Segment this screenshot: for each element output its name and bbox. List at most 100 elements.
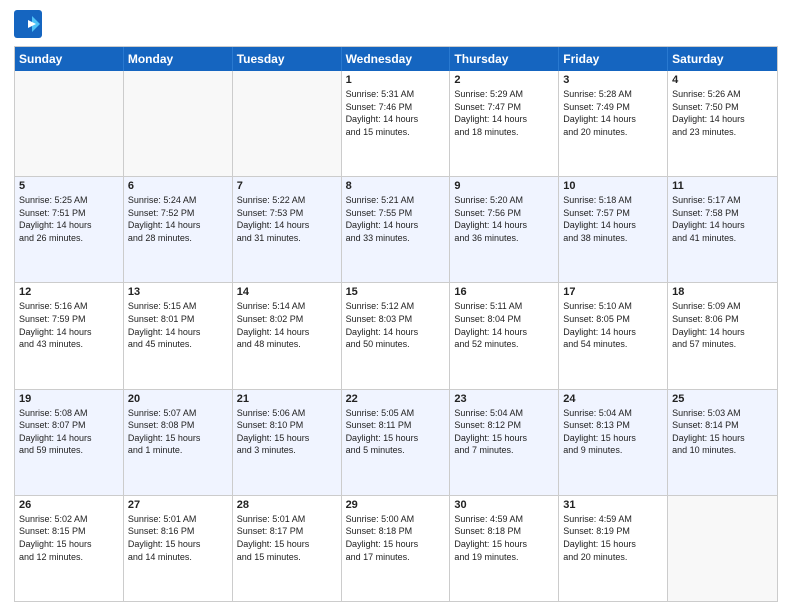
header-day-friday: Friday [559, 47, 668, 71]
page: SundayMondayTuesdayWednesdayThursdayFrid… [0, 0, 792, 612]
logo [14, 10, 46, 38]
day-number: 7 [237, 180, 337, 192]
cal-cell-4-5: 23 Sunrise: 5:04 AM Sunset: 8:12 PM Dayli… [450, 390, 559, 495]
cal-cell-5-4: 29 Sunrise: 5:00 AM Sunset: 8:18 PM Dayli… [342, 496, 451, 601]
cal-cell-1-5: 2 Sunrise: 5:29 AM Sunset: 7:47 PM Daylig… [450, 71, 559, 176]
cal-cell-2-5: 9 Sunrise: 5:20 AM Sunset: 7:56 PM Daylig… [450, 177, 559, 282]
cal-cell-3-4: 15 Sunrise: 5:12 AM Sunset: 8:03 PM Dayli… [342, 283, 451, 388]
header [14, 10, 778, 38]
day-number: 29 [346, 499, 446, 511]
cell-info: Sunrise: 5:05 AM Sunset: 8:11 PM Dayligh… [346, 407, 446, 457]
cell-info: Sunrise: 5:25 AM Sunset: 7:51 PM Dayligh… [19, 194, 119, 244]
calendar-body: 1Sunrise: 5:31 AM Sunset: 7:46 PM Daylig… [15, 71, 777, 601]
cell-info: Sunrise: 5:04 AM Sunset: 8:13 PM Dayligh… [563, 407, 663, 457]
cal-cell-5-5: 30 Sunrise: 4:59 AM Sunset: 8:18 PM Dayli… [450, 496, 559, 601]
cal-cell-5-6: 31 Sunrise: 4:59 AM Sunset: 8:19 PM Dayli… [559, 496, 668, 601]
day-number: 10 [563, 180, 663, 192]
day-number: 27 [128, 499, 228, 511]
cal-cell-2-7: 11 Sunrise: 5:17 AM Sunset: 7:58 PM Dayli… [668, 177, 777, 282]
cal-cell-3-2: 13 Sunrise: 5:15 AM Sunset: 8:01 PM Dayli… [124, 283, 233, 388]
day-number: 31 [563, 499, 663, 511]
cal-cell-1-4: 1Sunrise: 5:31 AM Sunset: 7:46 PM Daylig… [342, 71, 451, 176]
day-number: 1 [346, 74, 446, 86]
calendar-row-4: 19 Sunrise: 5:08 AM Sunset: 8:07 PM Dayli… [15, 389, 777, 495]
day-number: 4 [672, 74, 773, 86]
cal-cell-2-2: 6 Sunrise: 5:24 AM Sunset: 7:52 PM Daylig… [124, 177, 233, 282]
day-number: 6 [128, 180, 228, 192]
day-number: 3 [563, 74, 663, 86]
day-number: 12 [19, 286, 119, 298]
day-number: 8 [346, 180, 446, 192]
cell-info: Sunrise: 5:06 AM Sunset: 8:10 PM Dayligh… [237, 407, 337, 457]
cal-cell-4-4: 22 Sunrise: 5:05 AM Sunset: 8:11 PM Dayli… [342, 390, 451, 495]
calendar: SundayMondayTuesdayWednesdayThursdayFrid… [14, 46, 778, 602]
day-number: 5 [19, 180, 119, 192]
day-number: 15 [346, 286, 446, 298]
cell-info: Sunrise: 5:28 AM Sunset: 7:49 PM Dayligh… [563, 88, 663, 138]
cal-cell-3-3: 14Sunrise: 5:14 AM Sunset: 8:02 PM Dayli… [233, 283, 342, 388]
cell-info: Sunrise: 5:07 AM Sunset: 8:08 PM Dayligh… [128, 407, 228, 457]
cal-cell-4-6: 24 Sunrise: 5:04 AM Sunset: 8:13 PM Dayli… [559, 390, 668, 495]
cell-info: Sunrise: 5:09 AM Sunset: 8:06 PM Dayligh… [672, 300, 773, 350]
day-number: 16 [454, 286, 554, 298]
cell-info: Sunrise: 5:10 AM Sunset: 8:05 PM Dayligh… [563, 300, 663, 350]
day-number: 9 [454, 180, 554, 192]
day-number: 19 [19, 393, 119, 405]
day-number: 11 [672, 180, 773, 192]
cell-info: Sunrise: 5:03 AM Sunset: 8:14 PM Dayligh… [672, 407, 773, 457]
header-day-wednesday: Wednesday [342, 47, 451, 71]
cell-info: Sunrise: 5:14 AM Sunset: 8:02 PM Dayligh… [237, 300, 337, 350]
cell-info: Sunrise: 5:12 AM Sunset: 8:03 PM Dayligh… [346, 300, 446, 350]
cal-cell-1-1 [15, 71, 124, 176]
cal-cell-4-1: 19 Sunrise: 5:08 AM Sunset: 8:07 PM Dayli… [15, 390, 124, 495]
cell-info: Sunrise: 5:04 AM Sunset: 8:12 PM Dayligh… [454, 407, 554, 457]
header-day-monday: Monday [124, 47, 233, 71]
calendar-row-3: 12Sunrise: 5:16 AM Sunset: 7:59 PM Dayli… [15, 282, 777, 388]
cal-cell-4-2: 20Sunrise: 5:07 AM Sunset: 8:08 PM Dayli… [124, 390, 233, 495]
cell-info: Sunrise: 5:15 AM Sunset: 8:01 PM Dayligh… [128, 300, 228, 350]
cell-info: Sunrise: 5:20 AM Sunset: 7:56 PM Dayligh… [454, 194, 554, 244]
day-number: 2 [454, 74, 554, 86]
cell-info: Sunrise: 5:22 AM Sunset: 7:53 PM Dayligh… [237, 194, 337, 244]
cal-cell-1-3 [233, 71, 342, 176]
cal-cell-1-6: 3 Sunrise: 5:28 AM Sunset: 7:49 PM Daylig… [559, 71, 668, 176]
cal-cell-2-4: 8 Sunrise: 5:21 AM Sunset: 7:55 PM Daylig… [342, 177, 451, 282]
cell-info: Sunrise: 5:18 AM Sunset: 7:57 PM Dayligh… [563, 194, 663, 244]
cal-cell-5-1: 26Sunrise: 5:02 AM Sunset: 8:15 PM Dayli… [15, 496, 124, 601]
cal-cell-4-3: 21 Sunrise: 5:06 AM Sunset: 8:10 PM Dayli… [233, 390, 342, 495]
cell-info: Sunrise: 5:24 AM Sunset: 7:52 PM Dayligh… [128, 194, 228, 244]
day-number: 21 [237, 393, 337, 405]
cal-cell-5-2: 27 Sunrise: 5:01 AM Sunset: 8:16 PM Dayli… [124, 496, 233, 601]
header-day-tuesday: Tuesday [233, 47, 342, 71]
cal-cell-2-6: 10 Sunrise: 5:18 AM Sunset: 7:57 PM Dayli… [559, 177, 668, 282]
day-number: 25 [672, 393, 773, 405]
cal-cell-3-1: 12Sunrise: 5:16 AM Sunset: 7:59 PM Dayli… [15, 283, 124, 388]
cal-cell-3-6: 17 Sunrise: 5:10 AM Sunset: 8:05 PM Dayli… [559, 283, 668, 388]
cal-cell-5-7 [668, 496, 777, 601]
cal-cell-3-7: 18 Sunrise: 5:09 AM Sunset: 8:06 PM Dayli… [668, 283, 777, 388]
cal-cell-2-3: 7 Sunrise: 5:22 AM Sunset: 7:53 PM Daylig… [233, 177, 342, 282]
cell-info: Sunrise: 5:17 AM Sunset: 7:58 PM Dayligh… [672, 194, 773, 244]
cal-cell-1-2 [124, 71, 233, 176]
day-number: 13 [128, 286, 228, 298]
cell-info: Sunrise: 5:01 AM Sunset: 8:16 PM Dayligh… [128, 513, 228, 563]
cell-info: Sunrise: 5:08 AM Sunset: 8:07 PM Dayligh… [19, 407, 119, 457]
cell-info: Sunrise: 5:21 AM Sunset: 7:55 PM Dayligh… [346, 194, 446, 244]
cell-info: Sunrise: 5:11 AM Sunset: 8:04 PM Dayligh… [454, 300, 554, 350]
cal-cell-2-1: 5 Sunrise: 5:25 AM Sunset: 7:51 PM Daylig… [15, 177, 124, 282]
calendar-row-2: 5 Sunrise: 5:25 AM Sunset: 7:51 PM Daylig… [15, 176, 777, 282]
day-number: 23 [454, 393, 554, 405]
cell-info: Sunrise: 4:59 AM Sunset: 8:19 PM Dayligh… [563, 513, 663, 563]
cell-info: Sunrise: 5:01 AM Sunset: 8:17 PM Dayligh… [237, 513, 337, 563]
cal-cell-3-5: 16 Sunrise: 5:11 AM Sunset: 8:04 PM Dayli… [450, 283, 559, 388]
cell-info: Sunrise: 5:00 AM Sunset: 8:18 PM Dayligh… [346, 513, 446, 563]
logo-icon [14, 10, 42, 38]
day-number: 30 [454, 499, 554, 511]
day-number: 17 [563, 286, 663, 298]
day-number: 18 [672, 286, 773, 298]
day-number: 26 [19, 499, 119, 511]
cell-info: Sunrise: 4:59 AM Sunset: 8:18 PM Dayligh… [454, 513, 554, 563]
cell-info: Sunrise: 5:29 AM Sunset: 7:47 PM Dayligh… [454, 88, 554, 138]
day-number: 22 [346, 393, 446, 405]
day-number: 24 [563, 393, 663, 405]
